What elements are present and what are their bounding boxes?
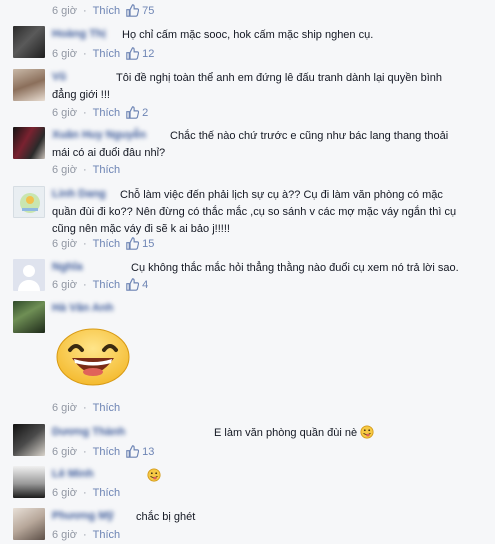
thumbs-up-icon xyxy=(126,106,140,119)
comment-text: Chắc thế nào chứ trước e cũng như bác la… xyxy=(52,128,461,162)
comment-text-content: Chỗ làm việc đến phải lịch sự cụ à?? Cụ … xyxy=(52,189,457,235)
avatar[interactable] xyxy=(13,424,45,456)
comment-meta: 6 giờ · Thích 4 xyxy=(52,278,149,291)
comment-timestamp[interactable]: 6 giờ xyxy=(52,402,77,414)
comment-text-content: Tôi đề nghị toàn thể anh em đứng lê đấu … xyxy=(52,72,442,101)
avatar[interactable] xyxy=(13,69,45,101)
comment-meta: 6 giờ · Thích xyxy=(52,529,121,541)
comment-text-content: Cụ không thắc mắc hỏi thẳng thằng nào đu… xyxy=(131,262,459,274)
like-count[interactable]: 2 xyxy=(142,107,148,119)
like-count[interactable]: 75 xyxy=(142,5,154,17)
like-count[interactable]: 15 xyxy=(142,238,154,250)
comment-text: chắc bị ghét xyxy=(136,511,196,523)
comment-text-content: Chắc thế nào chứ trước e cũng như bác la… xyxy=(52,130,449,159)
avatar[interactable] xyxy=(13,508,45,540)
comment-timestamp[interactable]: 6 giờ xyxy=(52,279,77,291)
like-button[interactable]: Thích xyxy=(93,487,121,499)
like-button[interactable]: Thích xyxy=(93,164,121,176)
like-button[interactable]: Thích xyxy=(93,279,121,291)
tongue-emoticon-icon xyxy=(147,468,161,485)
thumbs-up-icon xyxy=(126,278,140,291)
laughing-emoticon-icon xyxy=(56,328,130,386)
comment-timestamp[interactable]: 6 giờ xyxy=(52,164,77,176)
avatar[interactable] xyxy=(13,259,45,291)
avatar[interactable] xyxy=(13,186,45,218)
avatar[interactable] xyxy=(13,26,45,58)
comment-timestamp[interactable]: 6 giờ xyxy=(52,238,77,250)
like-button[interactable]: Thích xyxy=(93,446,121,458)
like-button[interactable]: Thích xyxy=(93,5,121,17)
comment-text: Họ chỉ cấm mặc sooc, hok cấm mặc ship ng… xyxy=(122,29,374,41)
commenter-name[interactable]: Phương Mỹ xyxy=(52,510,114,522)
comment-text: Cụ không thắc mắc hỏi thẳng thằng nào đu… xyxy=(52,260,461,277)
tongue-emoticon-icon xyxy=(360,425,374,445)
thumbs-up-icon xyxy=(126,237,140,250)
comment-meta: 6 giờ · Thích 75 xyxy=(52,4,155,17)
comment-meta: 6 giờ · Thích 15 xyxy=(52,237,155,250)
comment-text: Tôi đề nghị toàn thể anh em đứng lê đấu … xyxy=(52,70,461,104)
comment-timestamp[interactable]: 6 giờ xyxy=(52,48,77,60)
like-button[interactable]: Thích xyxy=(93,48,121,60)
comment-timestamp[interactable]: 6 giờ xyxy=(52,107,77,119)
like-count[interactable]: 4 xyxy=(142,279,148,291)
thumbs-up-icon xyxy=(126,445,140,458)
like-button[interactable]: Thích xyxy=(93,402,121,414)
like-count[interactable]: 13 xyxy=(142,446,154,458)
like-button[interactable]: Thích xyxy=(93,529,121,541)
comment-timestamp[interactable]: 6 giờ xyxy=(52,529,77,541)
comment-text: E làm văn phòng quần đùi nè xyxy=(214,425,461,445)
thumbs-up-icon xyxy=(126,4,140,17)
like-count[interactable]: 12 xyxy=(142,48,154,60)
comment-meta: 6 giờ · Thích 2 xyxy=(52,106,149,119)
like-button[interactable]: Thích xyxy=(93,107,121,119)
comment-meta: 6 giờ · Thích xyxy=(52,402,121,414)
comment-meta: 6 giờ · Thích xyxy=(52,487,121,499)
comment-text: Chỗ làm việc đến phải lịch sự cụ à?? Cụ … xyxy=(52,187,461,238)
comment-timestamp[interactable]: 6 giờ xyxy=(52,5,77,17)
avatar[interactable] xyxy=(13,301,45,333)
avatar[interactable] xyxy=(13,466,45,498)
thumbs-up-icon xyxy=(126,47,140,60)
avatar[interactable] xyxy=(13,127,45,159)
commenter-name[interactable]: Hà Vân Anh xyxy=(52,302,113,314)
comment-text-content: E làm văn phòng quần đùi nè xyxy=(214,427,358,439)
comment-meta: 6 giờ · Thích 13 xyxy=(52,445,155,458)
commenter-name[interactable]: Hoàng Thị xyxy=(52,28,106,40)
comment-meta: 6 giờ · Thích 12 xyxy=(52,47,155,60)
like-button[interactable]: Thích xyxy=(93,238,121,250)
comment-timestamp[interactable]: 6 giờ xyxy=(52,446,77,458)
commenter-name[interactable]: Dương Thành xyxy=(52,426,202,438)
comment-meta: 6 giờ · Thích xyxy=(52,164,121,176)
comment-timestamp[interactable]: 6 giờ xyxy=(52,487,77,499)
commenter-name[interactable]: Lê Minh xyxy=(52,468,94,480)
